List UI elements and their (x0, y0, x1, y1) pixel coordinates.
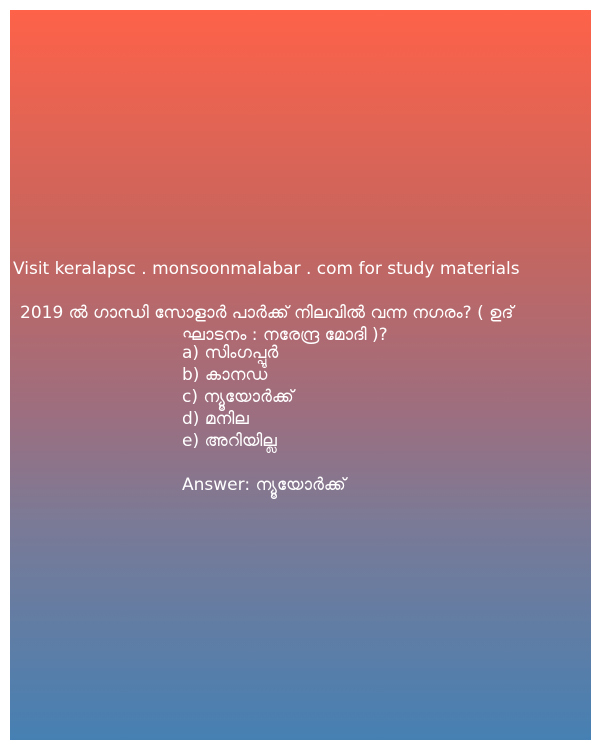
option-e: e) അറിയില്ല (182, 431, 277, 451)
option-c: c) ന്യൂയോർക്ക് (182, 387, 294, 407)
options-list: a) സിംഗപ്പൂർ b) കാനഡ c) ന്യൂയോർക്ക് d) മ… (182, 342, 294, 452)
answer-text: Answer: ന്യൂയോർക്ക് (182, 475, 346, 495)
option-b: b) കാനഡ (182, 365, 268, 385)
question-text: 2019 ൽ ഗാന്ധി സോളാർ പാർക്ക് നിലവിൽ വന്ന … (20, 302, 590, 346)
option-d: d) മനില (182, 409, 249, 429)
question-card: Visit keralapsc . monsoonmalabar . com f… (10, 10, 591, 740)
site-promo-text: Visit keralapsc . monsoonmalabar . com f… (13, 259, 520, 279)
question-line-1: 2019 ൽ ഗാന്ധി സോളാർ പാർക്ക് നിലവിൽ വന്ന … (20, 303, 514, 323)
question-line-2: ഘാടനം : നരേന്ദ്ര മോദി )? (182, 325, 388, 345)
option-a: a) സിംഗപ്പൂർ (182, 343, 279, 363)
